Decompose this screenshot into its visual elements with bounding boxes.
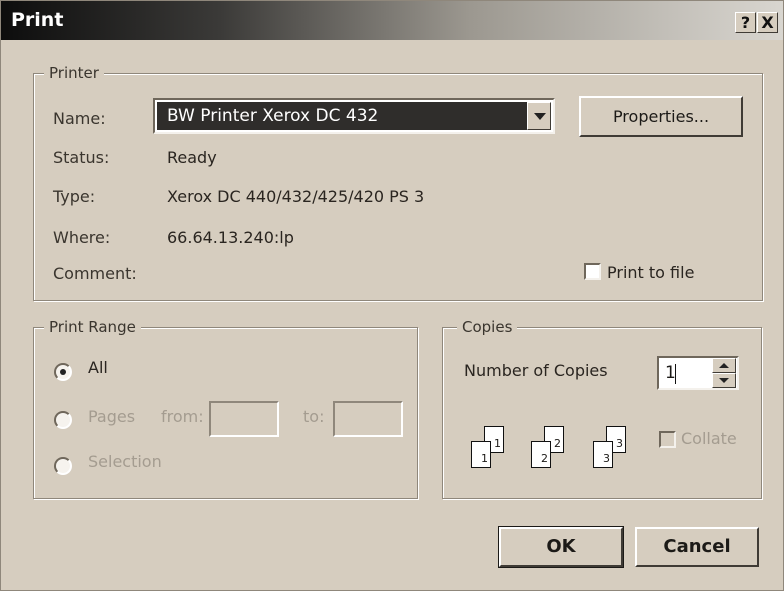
chevron-down-icon: [534, 113, 546, 120]
number-of-copies-label: Number of Copies: [464, 361, 608, 380]
close-button[interactable]: X: [757, 12, 778, 33]
spin-down-button[interactable]: [712, 373, 736, 388]
print-range-group-label: Print Range: [44, 318, 141, 336]
to-label: to:: [303, 407, 325, 426]
where-value: 66.64.13.240:lp: [167, 228, 294, 247]
all-label[interactable]: All: [88, 358, 108, 377]
title-bar[interactable]: Print ? X: [1, 1, 783, 40]
text-cursor: [675, 364, 676, 384]
print-dialog: Print ? X Printer Name: BW Printer Xerox…: [0, 0, 784, 591]
comment-label: Comment:: [53, 264, 137, 283]
copies-group: Copies: [442, 318, 762, 499]
properties-button[interactable]: Properties...: [579, 96, 743, 137]
type-value: Xerox DC 440/432/425/420 PS 3: [167, 187, 425, 206]
cancel-button[interactable]: Cancel: [635, 527, 759, 567]
arrow-up-icon: [719, 363, 729, 368]
page-front-icon: 3: [593, 441, 613, 468]
arrow-down-icon: [719, 378, 729, 383]
printer-name-dropdown[interactable]: BW Printer Xerox DC 432: [153, 98, 555, 134]
pages-radio[interactable]: [54, 411, 72, 429]
type-label: Type:: [53, 187, 96, 206]
selection-radio[interactable]: [54, 457, 72, 475]
status-label: Status:: [53, 148, 110, 167]
name-label: Name:: [53, 109, 106, 128]
where-label: Where:: [53, 228, 111, 247]
collate-label[interactable]: Collate: [681, 429, 737, 448]
spin-up-button[interactable]: [712, 358, 736, 373]
printer-group-label: Printer: [44, 64, 104, 82]
selection-label[interactable]: Selection: [88, 452, 162, 471]
status-value: Ready: [167, 148, 217, 167]
copies-group-label: Copies: [457, 318, 518, 336]
help-button[interactable]: ?: [735, 12, 756, 33]
from-label: from:: [161, 407, 204, 426]
pages-label[interactable]: Pages: [88, 407, 135, 426]
ok-button[interactable]: OK: [499, 527, 623, 567]
to-page-input[interactable]: [333, 401, 403, 437]
page-front-icon: 2: [531, 441, 551, 468]
page-front-icon: 1: [471, 441, 491, 468]
dropdown-arrow-button[interactable]: [527, 102, 551, 130]
print-to-file-label[interactable]: Print to file: [607, 263, 694, 282]
print-to-file-checkbox[interactable]: [584, 263, 601, 280]
number-of-copies-spinner[interactable]: 1: [657, 356, 739, 390]
from-page-input[interactable]: [209, 401, 279, 437]
window-title: Print: [11, 9, 64, 31]
printer-name-value: BW Printer Xerox DC 432: [157, 102, 529, 130]
collate-checkbox[interactable]: [659, 431, 676, 448]
all-radio[interactable]: [54, 363, 72, 381]
radio-selected-dot: [60, 369, 66, 375]
